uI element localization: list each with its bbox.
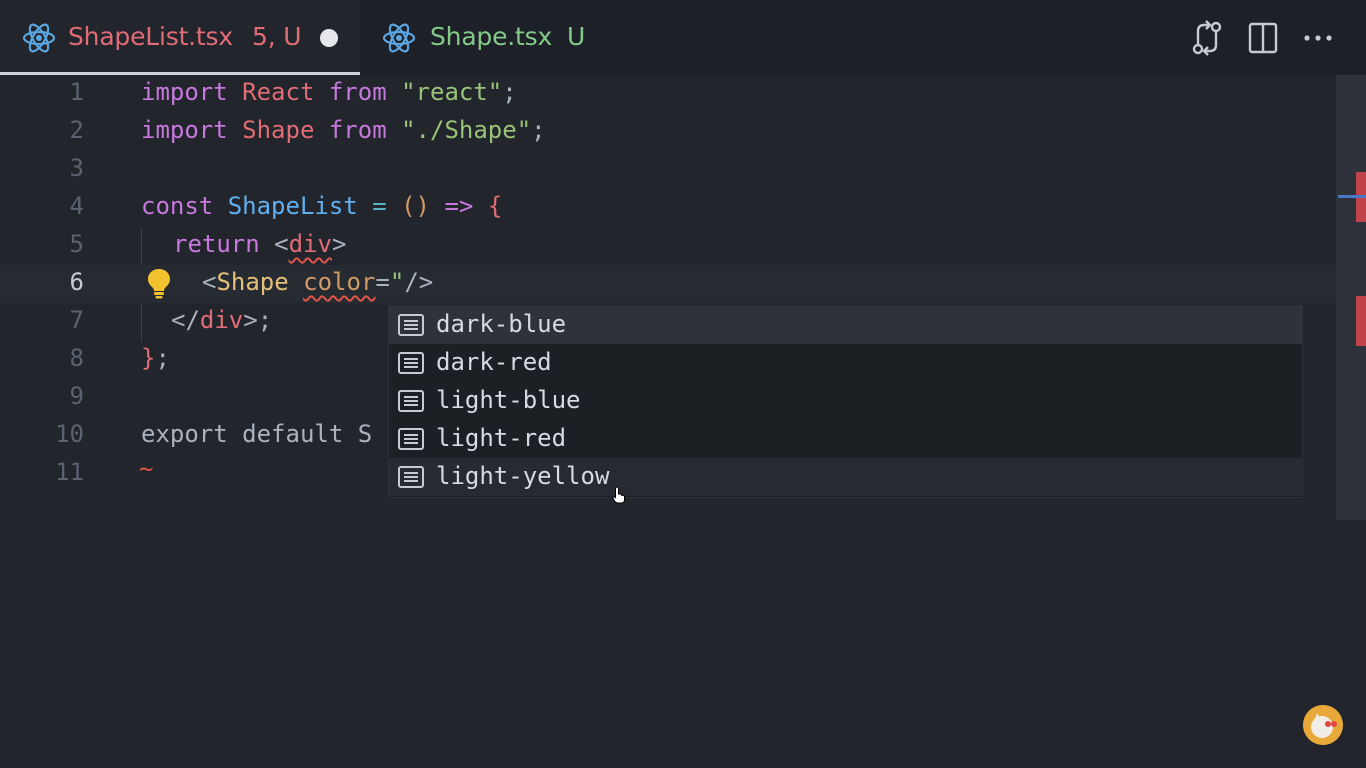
line-number: 2: [69, 116, 84, 144]
code-text: const ShapeList = () => {: [141, 192, 503, 220]
code-line: 3: [0, 151, 1336, 189]
text-icon: [398, 428, 424, 450]
lightbulb-icon[interactable]: [146, 267, 172, 299]
tab-label: ShapeList.tsx: [68, 22, 233, 51]
line-number: 3: [69, 154, 84, 182]
suggestion-item[interactable]: light-red: [389, 420, 1302, 458]
suggestion-item[interactable]: light-yellow: [389, 458, 1302, 496]
code-text: <Shape color="/>: [202, 268, 434, 296]
error-marker: [1356, 296, 1366, 346]
code-line: 5 return <div>: [0, 227, 1336, 265]
source-control-diff-icon: [1192, 20, 1222, 56]
suggestion-item[interactable]: dark-red: [389, 344, 1302, 382]
suggestion-item[interactable]: light-blue: [389, 382, 1302, 420]
text-icon: [398, 314, 424, 336]
suggestion-label: light-red: [436, 424, 567, 452]
code-text: export default S: [141, 420, 373, 448]
cursor-position-marker: [1338, 195, 1366, 198]
code-line: 4 const ShapeList = () => {: [0, 189, 1336, 227]
tab-shape[interactable]: Shape.tsx U: [360, 0, 645, 75]
suggestion-label: light-blue: [436, 386, 581, 414]
line-number: 1: [69, 78, 84, 106]
autocomplete-suggestions: dark-blue dark-red light-blue light-red …: [388, 305, 1303, 498]
split-editor-button[interactable]: [1243, 18, 1283, 58]
text-icon: [398, 466, 424, 488]
code-text: return <div>: [173, 230, 347, 258]
line-number: 9: [69, 382, 84, 410]
tab-shapelist[interactable]: ShapeList.tsx 5, U: [0, 0, 360, 75]
code-line: 1 import React from "react";: [0, 75, 1336, 113]
avatar[interactable]: [1303, 705, 1343, 745]
suggestion-label: dark-red: [436, 348, 552, 376]
tab-label: Shape.tsx: [430, 22, 553, 51]
split-editor-icon: [1248, 22, 1278, 54]
line-number: 8: [69, 344, 84, 372]
more-actions-icon: [1304, 35, 1332, 41]
hand-cursor-icon: [612, 486, 625, 504]
line-number: 5: [69, 230, 84, 258]
react-icon: [382, 23, 416, 53]
tab-status: 5, U: [252, 22, 302, 51]
line-number: 11: [55, 458, 84, 486]
text-icon: [398, 352, 424, 374]
react-icon: [22, 23, 56, 53]
more-actions-button[interactable]: [1298, 18, 1338, 58]
code-line: 2 import Shape from "./Shape";: [0, 113, 1336, 151]
avatar-icon: [1303, 705, 1343, 745]
line-number: 7: [69, 306, 84, 334]
editor-window: ShapeList.tsx 5, U Shape.tsx U 1 import …: [0, 0, 1366, 768]
line-number: 4: [69, 192, 84, 220]
line-number: 10: [55, 420, 84, 448]
suggestion-label: dark-blue: [436, 310, 567, 338]
code-text: import React from "react";: [141, 78, 517, 106]
open-changes-button[interactable]: [1187, 18, 1227, 58]
error-squiggle: ~: [139, 455, 154, 483]
suggestion-item[interactable]: dark-blue: [389, 306, 1302, 344]
code-text: };: [141, 344, 170, 372]
code-text: </div>;: [171, 306, 273, 334]
code-text: import Shape from "./Shape";: [141, 116, 546, 144]
unsaved-dot-icon[interactable]: [320, 29, 338, 47]
line-number: 6: [69, 268, 84, 296]
tab-status: U: [567, 22, 586, 51]
code-line-current: 6 <Shape color="/>: [0, 265, 1336, 303]
suggestion-label: light-yellow: [436, 462, 610, 490]
text-icon: [398, 390, 424, 412]
tab-bar: ShapeList.tsx 5, U Shape.tsx U: [0, 0, 1366, 75]
